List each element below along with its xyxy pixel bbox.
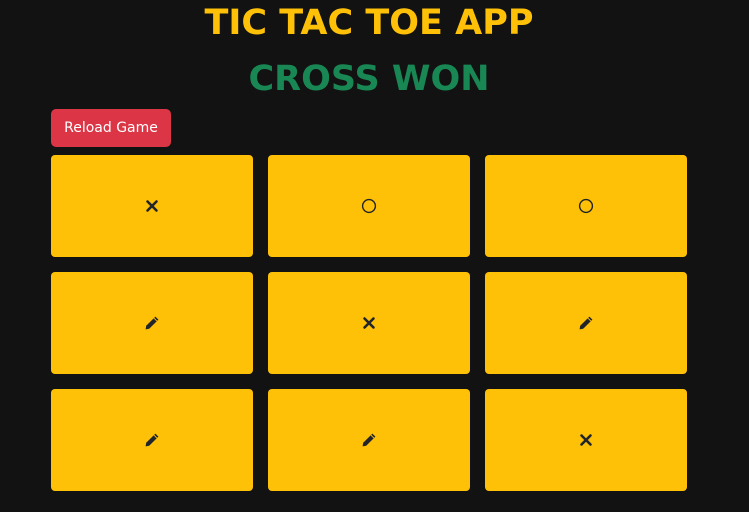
cross-icon	[363, 317, 375, 329]
app-page: TIC TAC TOE APP CROSS WON Reload Game	[0, 0, 749, 512]
circle-icon	[361, 198, 377, 214]
board-cell-4[interactable]	[51, 272, 253, 374]
game-board	[51, 155, 687, 491]
game-status: CROSS WON	[248, 59, 490, 99]
pencil-icon	[145, 433, 159, 447]
board-cell-7[interactable]	[51, 389, 253, 491]
board-cell-1[interactable]	[51, 155, 253, 257]
board-cell-8[interactable]	[268, 389, 470, 491]
board-cell-3[interactable]	[485, 155, 687, 257]
pencil-icon	[145, 316, 159, 330]
cross-icon	[580, 434, 592, 446]
pencil-icon	[362, 433, 376, 447]
reload-game-button[interactable]: Reload Game	[51, 109, 171, 147]
board-cell-6[interactable]	[485, 272, 687, 374]
board-cell-9[interactable]	[485, 389, 687, 491]
pencil-icon	[579, 316, 593, 330]
page-title: TIC TAC TOE APP	[204, 3, 534, 43]
circle-icon	[578, 198, 594, 214]
board-cell-5[interactable]	[268, 272, 470, 374]
cross-icon	[146, 200, 158, 212]
board-cell-2[interactable]	[268, 155, 470, 257]
